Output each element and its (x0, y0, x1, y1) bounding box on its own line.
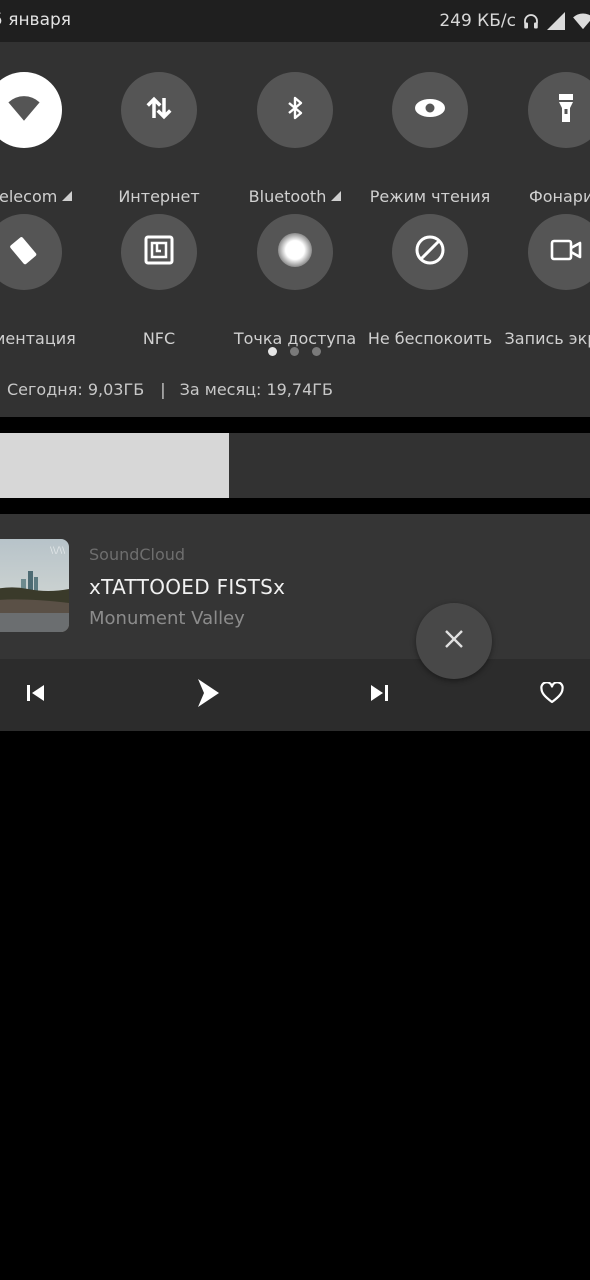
data-usage[interactable]: Сегодня: 9,03ГБ | За месяц: 19,74ГБ (7, 380, 333, 399)
data-usage-today: Сегодня: 9,03ГБ (7, 380, 145, 399)
previous-button[interactable] (14, 659, 58, 731)
like-button[interactable] (530, 659, 574, 731)
tile-wifi-button[interactable] (0, 72, 62, 148)
tile-flashlight-button[interactable] (528, 72, 590, 148)
tile-screen-record[interactable]: Запись экрана (496, 214, 590, 348)
brightness-slider-fill (0, 433, 229, 498)
status-bar: 5 января 249 КБ/с (0, 0, 590, 42)
tile-internet[interactable]: Интернет (89, 72, 229, 206)
dismiss-button[interactable] (416, 603, 492, 679)
status-icons: 249 КБ/с (439, 9, 590, 33)
tile-flashlight-label: Фонарик (528, 187, 590, 206)
tile-reading-mode-button[interactable] (392, 72, 468, 148)
svg-text:\\/\\: \\/\\ (50, 546, 66, 556)
media-app-name: SoundCloud (89, 545, 186, 564)
brightness-slider[interactable] (0, 433, 590, 498)
page-dot (268, 347, 277, 356)
album-art: \\/\\ (0, 539, 69, 632)
hotspot-icon (276, 231, 314, 273)
tile-rotation-button[interactable] (0, 214, 62, 290)
tile-do-not-disturb-button[interactable] (392, 214, 468, 290)
tile-reading-mode[interactable]: Режим чтения (360, 72, 500, 206)
flashlight-icon (556, 92, 576, 128)
page-dot (290, 347, 299, 356)
network-speed: 249 КБ/с (439, 11, 516, 31)
screen-record-icon (550, 238, 582, 266)
previous-icon (25, 683, 47, 707)
tile-wifi[interactable]: Krtelecom (0, 72, 94, 206)
tile-nfc[interactable]: NFC (89, 214, 229, 348)
tile-screen-record-label: Запись экрана (504, 329, 590, 348)
tile-hotspot[interactable]: Точка доступа (225, 214, 365, 348)
next-button[interactable] (357, 659, 401, 731)
status-date: 5 января (0, 10, 72, 30)
mobile-data-icon (144, 92, 174, 128)
tile-rotation[interactable]: Ориентация (0, 214, 94, 348)
do-not-disturb-icon (414, 234, 446, 270)
close-icon (444, 629, 464, 653)
page-indicator (268, 347, 321, 356)
quick-settings-panel: Krtelecom Интернет Bluetooth (0, 42, 590, 417)
tile-bluetooth-button[interactable] (257, 72, 333, 148)
bluetooth-icon (283, 92, 307, 128)
tile-hotspot-button[interactable] (257, 214, 333, 290)
tile-flashlight[interactable]: Фонарик (496, 72, 590, 206)
tile-screen-record-button[interactable] (528, 214, 590, 290)
data-usage-month: За месяц: 19,74ГБ (179, 380, 333, 399)
heart-icon (540, 681, 564, 708)
play-button[interactable] (186, 659, 230, 731)
media-artist: Monument Valley (89, 608, 245, 629)
tile-nfc-button[interactable] (121, 214, 197, 290)
tile-do-not-disturb[interactable]: Не беспокоить (360, 214, 500, 348)
signal-icon (546, 11, 566, 31)
page-dot (312, 347, 321, 356)
rotation-icon (8, 234, 40, 270)
play-icon (195, 678, 221, 712)
tile-internet-button[interactable] (121, 72, 197, 148)
notification-shade: 5 января 249 КБ/с Krtelecom (0, 0, 590, 1280)
media-track-title: xTATTOOED FISTSx (89, 575, 286, 599)
wifi-icon (572, 12, 590, 30)
nfc-icon (144, 235, 174, 269)
headphones-icon (522, 12, 540, 30)
wifi-icon (7, 93, 41, 127)
next-icon (368, 683, 390, 707)
data-usage-separator: | (160, 380, 166, 399)
media-controls (0, 659, 590, 731)
eye-icon (414, 97, 446, 123)
tile-bluetooth[interactable]: Bluetooth (225, 72, 365, 206)
media-notification[interactable]: \\/\\ SoundCloud xTATTOOED FISTSx Monume… (0, 514, 590, 731)
